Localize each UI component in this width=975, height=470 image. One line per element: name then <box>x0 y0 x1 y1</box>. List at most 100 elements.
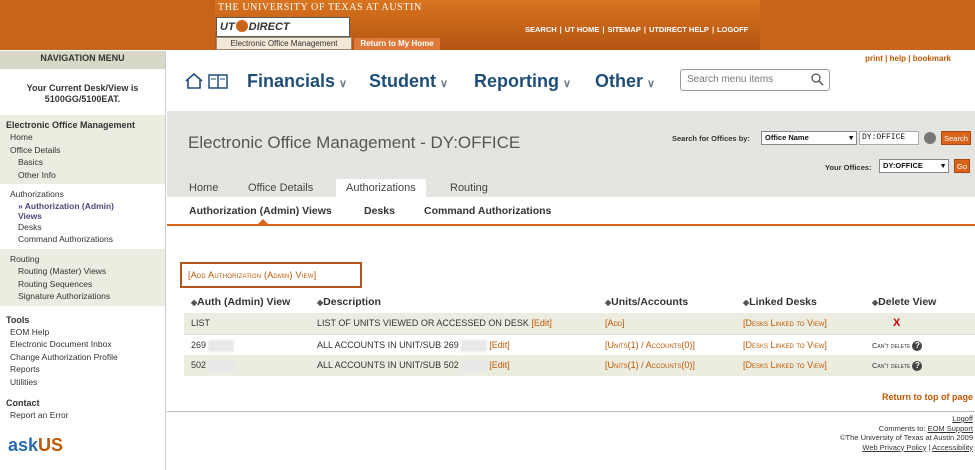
office-search-input[interactable]: DY:OFFICE <box>859 131 919 145</box>
linked-desks-link[interactable]: [Desks Linked to View] <box>743 340 827 350</box>
help-link[interactable]: help <box>890 54 906 63</box>
menu-search-input[interactable]: Search menu items <box>680 69 830 91</box>
menu-student-label: Student <box>369 71 436 91</box>
col-header-view[interactable]: ◆Auth (Admin) View <box>191 296 290 308</box>
top-link-help[interactable]: UTDIRECT HELP <box>649 25 709 34</box>
col-header-delete[interactable]: ◆Delete View <box>872 296 936 308</box>
main-menu-bar: print | help | bookmark Financials ∨ Stud… <box>167 51 975 111</box>
top-link-logoff[interactable]: LOGOFF <box>717 25 748 34</box>
nav-item-eom-help[interactable]: EOM Help <box>0 326 165 339</box>
col-view-label: Auth (Admin) View <box>197 296 291 308</box>
help-icon[interactable]: ? <box>912 341 923 352</box>
subtab-desks[interactable]: Desks <box>364 205 395 217</box>
menu-financials[interactable]: Financials ∨ <box>247 71 347 92</box>
nav-item-signature-auth[interactable]: Signature Authorizations <box>0 290 165 303</box>
edit-description-link[interactable]: [Edit] <box>489 360 510 370</box>
linked-desks-link[interactable]: [Desks Linked to View] <box>743 360 827 370</box>
add-admin-view-link[interactable]: [Add Authorization (Admin) View] <box>180 262 362 288</box>
tab-authorizations[interactable]: Authorizations <box>336 179 426 197</box>
tab-routing[interactable]: Routing <box>450 179 488 197</box>
footer-support-link[interactable]: EOM Support <box>928 424 973 433</box>
nav-tools-title: Tools <box>6 314 30 325</box>
footer-accessibility-link[interactable]: Accessibility <box>932 443 973 452</box>
description-text: LIST OF UNITS VIEWED OR ACCESSED ON DESK <box>317 318 529 328</box>
chevron-down-icon: ∨ <box>647 78 656 90</box>
book-icon[interactable] <box>208 74 228 89</box>
print-link[interactable]: print <box>865 54 883 63</box>
edit-description-link[interactable]: [Edit] <box>489 340 510 350</box>
subtab-admin-views[interactable]: Authorization (Admin) Views <box>189 205 332 217</box>
cell-desks: [Desks Linked to View] <box>743 335 827 356</box>
menu-reporting[interactable]: Reporting ∨ <box>474 71 571 92</box>
desk-label: Your Current Desk/View is <box>26 83 139 93</box>
nav-item-utilities[interactable]: Utilities <box>0 376 165 389</box>
top-link-ut-home[interactable]: UT HOME <box>565 25 600 34</box>
nav-item-routing-master[interactable]: Routing (Master) Views <box>0 265 165 278</box>
cell-desks: [Desks Linked to View] <box>743 313 827 334</box>
subtab-command-auth[interactable]: Command Authorizations <box>424 205 551 217</box>
nav-item-desks[interactable]: Desks <box>0 221 165 234</box>
nav-item-report-error[interactable]: Report an Error <box>0 409 165 422</box>
nav-item-auth-admin-views[interactable]: » Authorization (Admin) Views <box>0 201 165 221</box>
cell-description: ALL ACCOUNTS IN UNIT/SUB 502 [Edit] <box>317 355 510 376</box>
go-arrow-icon[interactable] <box>924 132 936 144</box>
col-header-linked-desks[interactable]: ◆Linked Desks <box>743 296 817 308</box>
nav-item-routing-seq[interactable]: Routing Sequences <box>0 278 165 291</box>
footer-privacy-link[interactable]: Web Privacy Policy <box>862 443 926 452</box>
linked-desks-link[interactable]: [Desks Linked to View] <box>743 318 827 328</box>
ask-us-logo[interactable]: askUS <box>8 435 63 456</box>
search-by-select[interactable]: Office Name ▾ <box>761 131 857 145</box>
view-code: 502 <box>191 360 207 370</box>
top-link-search[interactable]: SEARCH <box>525 25 557 34</box>
edit-description-link[interactable]: [Edit] <box>531 318 552 328</box>
nav-item-other-info[interactable]: Other Info <box>0 169 165 182</box>
menu-financials-label: Financials <box>247 71 336 91</box>
table-row: 269 ALL ACCOUNTS IN UNIT/SUB 269 [Edit] … <box>184 334 975 355</box>
units-accounts-link[interactable]: [Units(1) / Accounts(0)] <box>605 340 695 350</box>
nav-section-routing: Routing Routing (Master) Views Routing S… <box>0 248 165 306</box>
nav-item-change-profile[interactable]: Change Authorization Profile <box>0 351 165 364</box>
nav-item-doc-inbox[interactable]: Electronic Document Inbox <box>0 338 165 351</box>
nav-item-reports[interactable]: Reports <box>0 363 165 376</box>
delete-x-icon[interactable]: X <box>893 313 900 334</box>
tab-home[interactable]: Home <box>189 179 218 197</box>
chevron-down-icon: ∨ <box>563 78 572 90</box>
add-units-link[interactable]: [Add] <box>605 318 625 328</box>
go-button[interactable]: Go <box>954 159 970 173</box>
nav-item-command-auth[interactable]: Command Authorizations <box>0 233 165 246</box>
nav-item-home[interactable]: Home <box>0 131 165 144</box>
return-to-top-link[interactable]: Return to top of page <box>882 392 973 402</box>
your-offices-select[interactable]: DY:OFFICE ▾ <box>879 159 949 173</box>
units-accounts-link[interactable]: [Units(1) / Accounts(0)] <box>605 360 695 370</box>
search-icon[interactable] <box>811 73 824 86</box>
bookmark-link[interactable]: bookmark <box>913 54 951 63</box>
home-icon[interactable] <box>185 73 203 89</box>
main-content: [Add Authorization (Admin) View] ◆Auth (… <box>167 228 975 470</box>
nav-item-basics[interactable]: Basics <box>0 156 165 169</box>
footer-comments-label: Comments to: <box>878 423 926 433</box>
tab-office-details[interactable]: Office Details <box>248 179 313 197</box>
help-icon[interactable]: ? <box>912 361 923 372</box>
nav-item-office-details[interactable]: Office Details <box>0 144 165 157</box>
select-arrow-icon: ▾ <box>849 133 853 142</box>
top-link-sitemap[interactable]: SITEMAP <box>607 25 640 34</box>
col-header-description[interactable]: ◆Description <box>317 296 381 308</box>
footer-divider <box>167 411 975 412</box>
footer-logoff-link[interactable]: Logoff <box>952 414 973 423</box>
logo-text-right: DIRECT <box>248 21 290 33</box>
menu-student[interactable]: Student ∨ <box>369 71 448 92</box>
nav-item-authorizations[interactable]: Authorizations <box>0 188 165 201</box>
nav-item-routing[interactable]: Routing <box>0 253 165 266</box>
return-home-tab[interactable]: Return to My Home <box>354 38 440 50</box>
menu-other[interactable]: Other ∨ <box>595 71 655 92</box>
col-units-label: Units/Accounts <box>611 296 689 308</box>
table-row: LIST LIST OF UNITS VIEWED OR ACCESSED ON… <box>184 313 975 334</box>
separator: | <box>643 25 646 34</box>
col-header-units[interactable]: ◆Units/Accounts <box>605 296 688 308</box>
eom-tab[interactable]: Electronic Office Management <box>216 37 352 50</box>
navigation-menu: NAVIGATION MENU Your Current Desk/View i… <box>0 51 166 470</box>
utdirect-logo[interactable]: UT DIRECT <box>216 17 350 37</box>
university-title: THE UNIVERSITY OF TEXAS AT AUSTIN <box>218 2 422 13</box>
search-button[interactable]: Search <box>941 131 971 145</box>
cell-view: 502 <box>191 355 235 376</box>
